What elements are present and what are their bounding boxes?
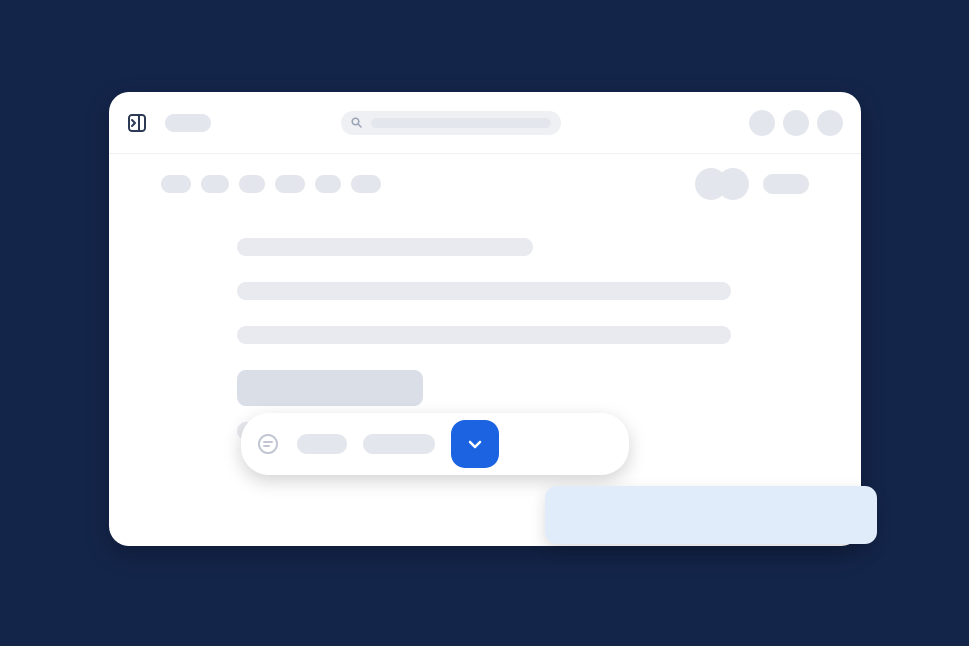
panel-expand-icon: [127, 113, 147, 133]
sidebar-toggle-button[interactable]: [127, 113, 147, 133]
content-line: [237, 238, 533, 256]
toolbar-chip[interactable]: [315, 175, 341, 193]
content-area: [109, 214, 861, 440]
header: [109, 92, 861, 154]
chevron-down-icon: [467, 436, 483, 452]
header-action-2[interactable]: [783, 110, 809, 136]
content-line: [237, 326, 731, 344]
content-line: [237, 282, 731, 300]
toolbar-chip[interactable]: [351, 175, 381, 193]
search-input[interactable]: [341, 111, 561, 135]
toolbar-right: [695, 168, 809, 200]
chat-icon[interactable]: [255, 431, 281, 457]
search-placeholder: [371, 118, 551, 128]
search-icon: [351, 117, 363, 129]
toolbar: [109, 154, 861, 214]
app-window: [109, 92, 861, 546]
dropdown-panel[interactable]: [545, 486, 877, 544]
toolbar-filters: [161, 175, 381, 193]
toolbar-chip[interactable]: [275, 175, 305, 193]
avatar: [717, 168, 749, 200]
toolbar-item[interactable]: [297, 434, 347, 454]
inline-toolbar: [241, 413, 629, 475]
toolbar-chip[interactable]: [239, 175, 265, 193]
content-highlight[interactable]: [237, 370, 423, 406]
header-action-1[interactable]: [749, 110, 775, 136]
toolbar-chip[interactable]: [161, 175, 191, 193]
toolbar-action[interactable]: [763, 174, 809, 194]
avatar-stack[interactable]: [695, 168, 749, 200]
page-title: [165, 114, 211, 132]
header-action-3[interactable]: [817, 110, 843, 136]
header-actions: [749, 110, 843, 136]
toolbar-chip[interactable]: [201, 175, 229, 193]
toolbar-item[interactable]: [363, 434, 435, 454]
expand-button[interactable]: [451, 420, 499, 468]
